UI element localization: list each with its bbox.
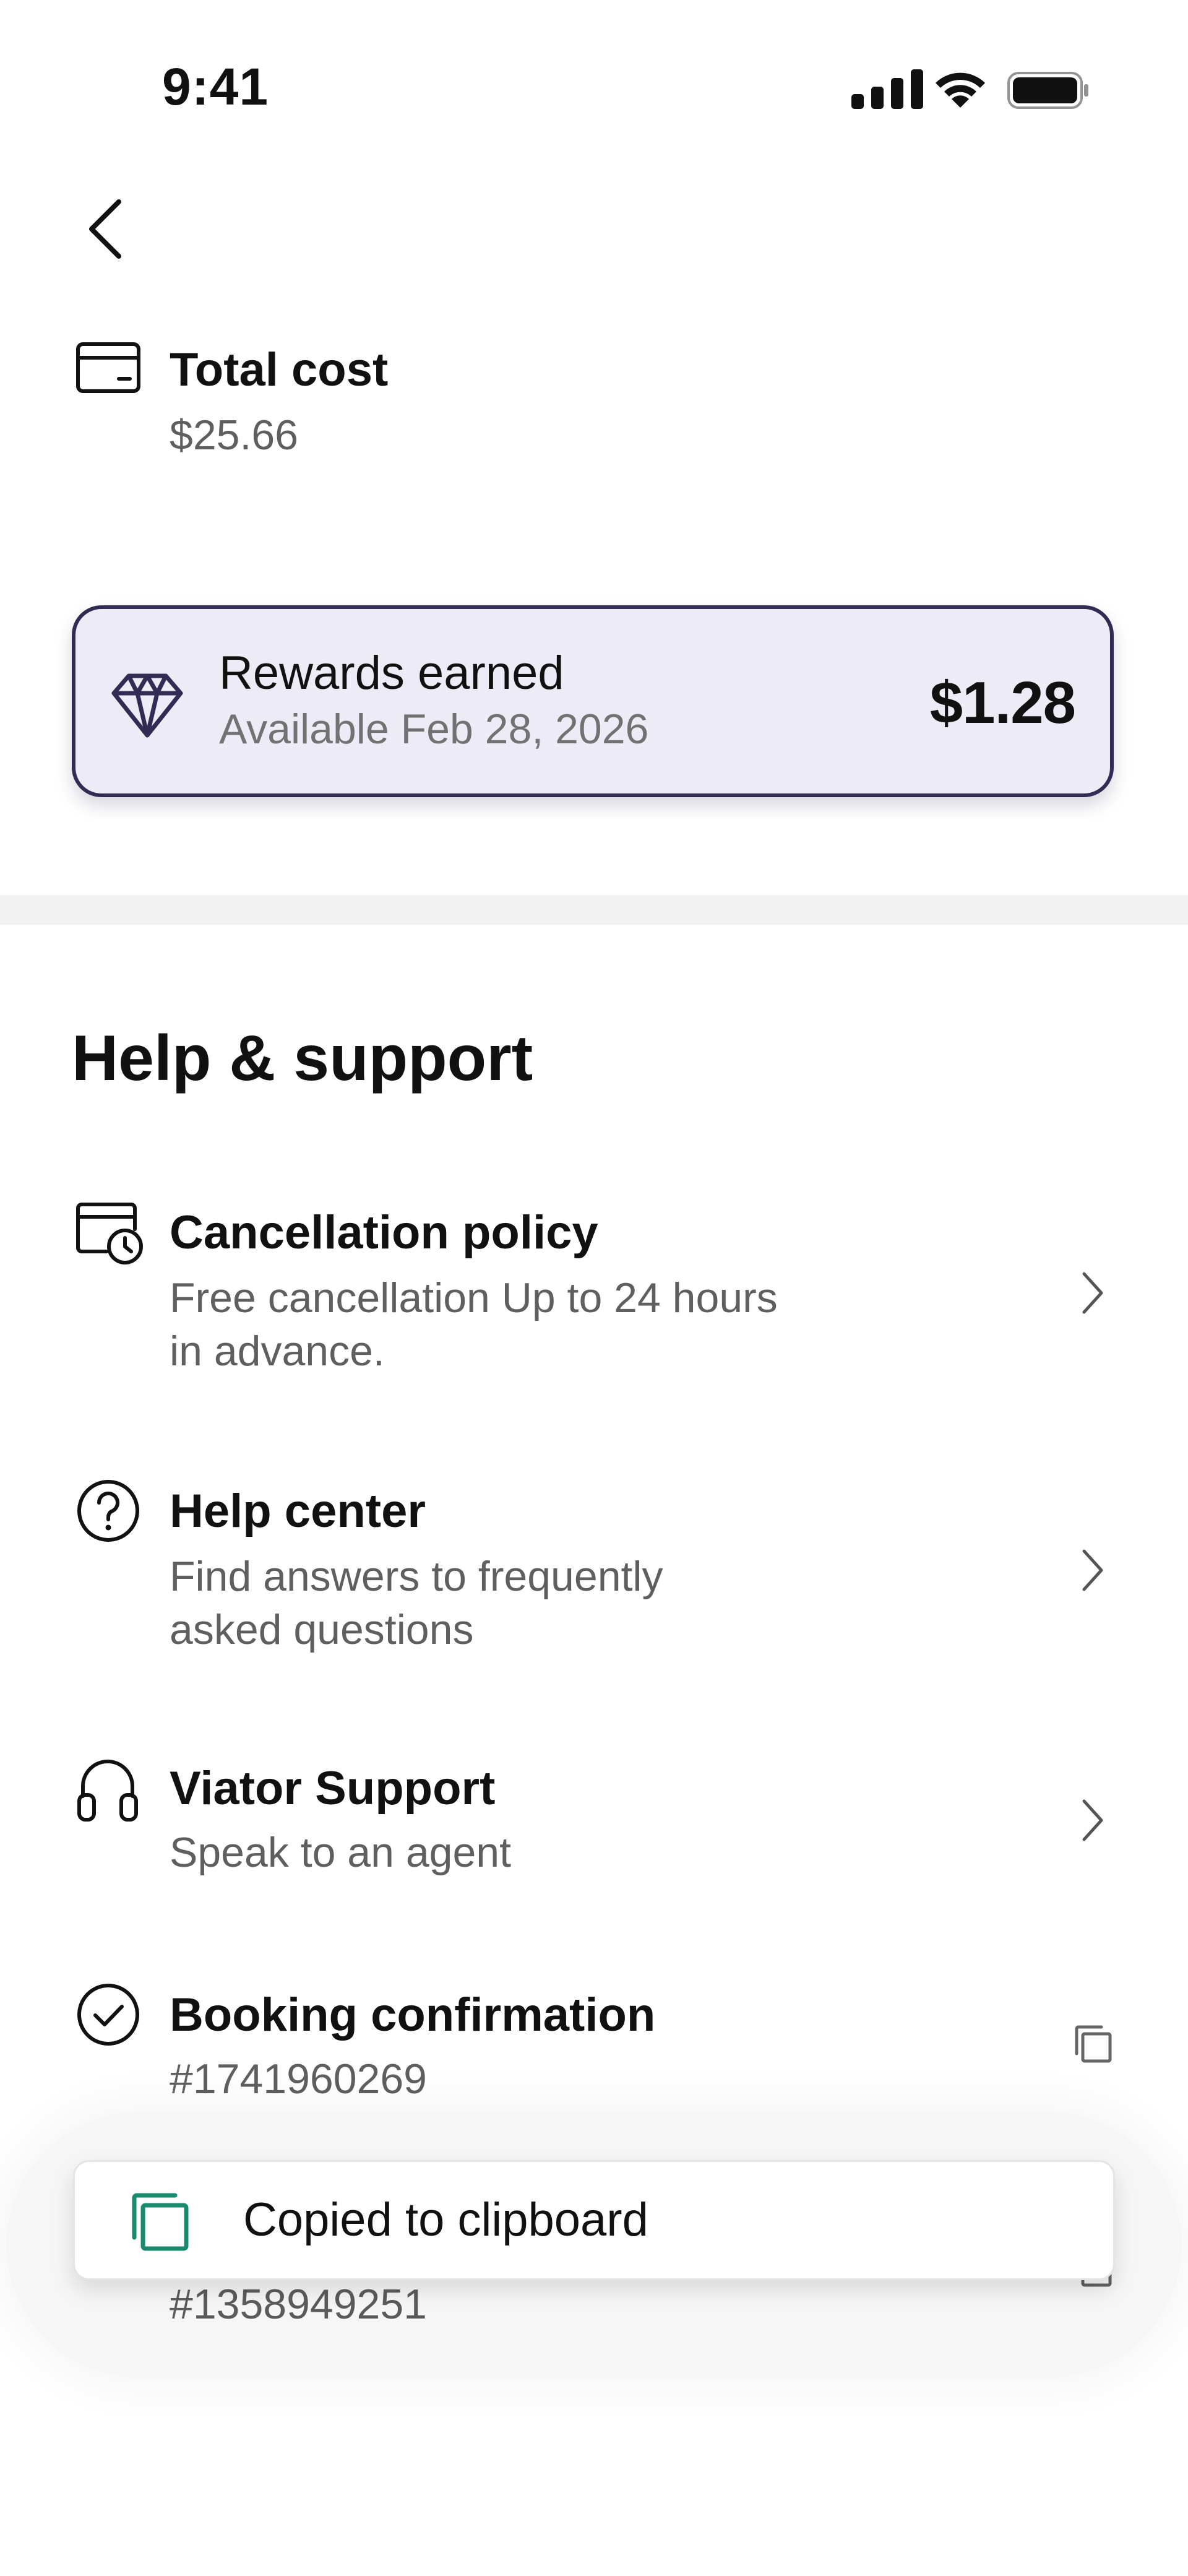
rewards-amount: $1.28	[929, 670, 1076, 736]
rewards-subtitle: Available Feb 28, 2026	[219, 706, 649, 753]
help-support-heading: Help & support	[72, 1022, 533, 1094]
rewards-card: Rewards earned Available Feb 28, 2026 $1…	[72, 605, 1114, 797]
toast-text: Copied to clipboard	[243, 2193, 648, 2246]
copy-button[interactable]	[1072, 2023, 1114, 2065]
wifi-icon	[936, 72, 985, 108]
headphones-icon	[75, 1754, 140, 1823]
section-divider	[0, 895, 1188, 925]
help-center-title: Help center	[170, 1485, 426, 1537]
status-icons	[849, 67, 1090, 110]
battery-icon	[1007, 72, 1088, 109]
cellular-signal-icon	[851, 69, 923, 109]
chevron-right-icon	[1077, 1547, 1108, 1593]
copied-toast: Copied to clipboard	[73, 2160, 1115, 2280]
cancellation-policy-subtitle: Free cancellation Up to 24 hours in adva…	[170, 1274, 778, 1375]
copy-icon	[1075, 2025, 1112, 2063]
viator-support-title: Viator Support	[170, 1762, 496, 1815]
booking-confirmation-number: #1741960269	[170, 2055, 428, 2103]
calendar-clock-icon	[75, 1201, 145, 1265]
copy-icon	[132, 2193, 189, 2251]
help-center-subtitle: Find answers to frequently asked questio…	[170, 1553, 663, 1653]
cancellation-policy-title: Cancellation policy	[170, 1206, 598, 1259]
check-circle-icon	[75, 1982, 141, 2047]
status-time: 9:41	[162, 58, 269, 116]
credit-card-icon	[75, 342, 141, 394]
rewards-title: Rewards earned	[219, 647, 564, 699]
chevron-right-icon	[1077, 1270, 1108, 1316]
booking-confirmation-title: Booking confirmation	[170, 1989, 656, 2041]
question-circle-icon	[75, 1478, 141, 1544]
total-cost-title: Total cost	[170, 344, 389, 396]
viator-support-subtitle: Speak to an agent	[170, 1829, 512, 1876]
total-cost-value: $25.66	[170, 412, 298, 459]
chevron-left-icon	[89, 199, 121, 259]
chevron-right-icon	[1077, 1797, 1108, 1843]
diamond-icon	[111, 673, 183, 738]
back-button[interactable]	[79, 191, 129, 265]
